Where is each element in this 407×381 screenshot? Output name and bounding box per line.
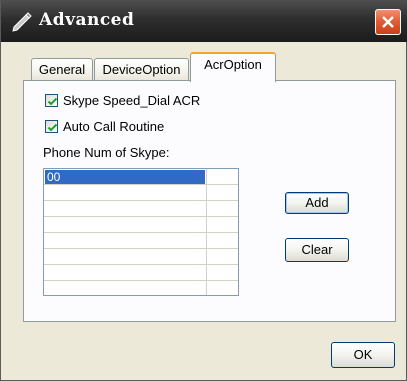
list-item[interactable]: 00 <box>44 169 238 185</box>
list-item[interactable] <box>44 185 238 201</box>
tab-deviceoption[interactable]: DeviceOption <box>94 58 189 82</box>
clear-button[interactable]: Clear <box>285 238 349 262</box>
skype-speed-dial-checkbox[interactable] <box>45 94 58 107</box>
checkmark-icon <box>47 97 58 106</box>
list-item[interactable] <box>44 249 238 265</box>
checkmark-icon <box>47 123 58 132</box>
list-item[interactable] <box>44 233 238 249</box>
auto-call-routine-checkbox[interactable] <box>45 120 58 133</box>
close-icon <box>382 16 394 28</box>
auto-call-routine-label: Auto Call Routine <box>63 119 165 134</box>
pencil-icon <box>11 10 33 32</box>
list-item[interactable] <box>44 281 238 295</box>
advanced-dialog: Advanced General DeviceOption AcrOption … <box>0 0 407 381</box>
list-item[interactable] <box>44 217 238 233</box>
phone-num-label: Phone Num of Skype: <box>43 145 170 160</box>
tab-general[interactable]: General <box>31 58 93 82</box>
list-item[interactable] <box>44 265 238 281</box>
ok-button[interactable]: OK <box>331 342 395 368</box>
tab-acroption[interactable]: AcrOption <box>190 52 276 82</box>
add-button[interactable]: Add <box>285 192 349 214</box>
window-title: Advanced <box>39 10 135 30</box>
close-button[interactable] <box>375 9 401 35</box>
list-item[interactable] <box>44 201 238 217</box>
skype-speed-dial-label: Skype Speed_Dial ACR <box>63 93 201 108</box>
selected-phone-cell[interactable]: 00 <box>45 170 205 184</box>
phone-number-list[interactable]: 00 <box>43 168 239 296</box>
title-bar[interactable]: Advanced <box>1 0 407 42</box>
